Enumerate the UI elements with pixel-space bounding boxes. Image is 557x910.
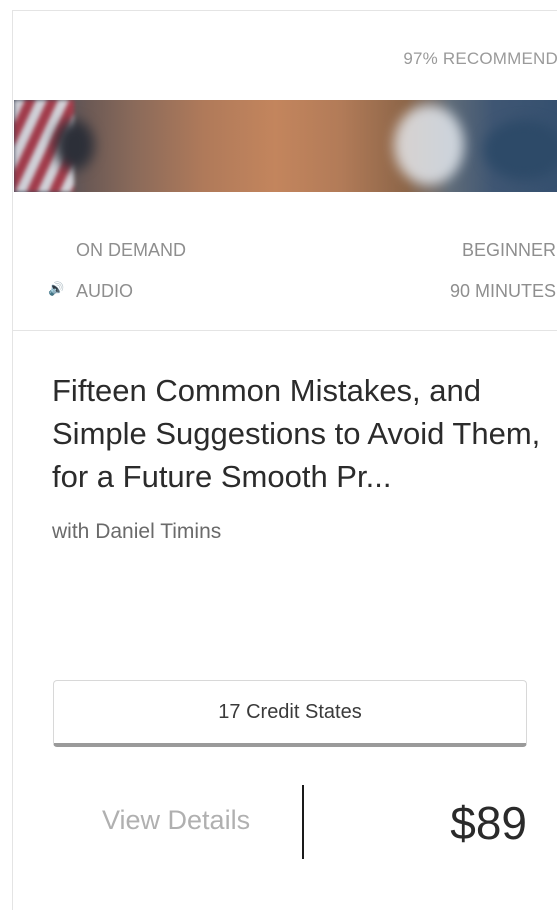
recommend-badge: 97% RECOMMEND bbox=[403, 49, 557, 68]
banner-shape bbox=[484, 120, 557, 180]
level-label: BEGINNER bbox=[461, 240, 556, 260]
divider bbox=[13, 330, 557, 331]
price: $89 bbox=[450, 797, 527, 849]
view-details-link[interactable]: View Details bbox=[102, 805, 250, 836]
instructor-name[interactable]: Daniel Timins bbox=[95, 520, 221, 543]
instructor-line: with Daniel Timins bbox=[52, 520, 221, 544]
course-title[interactable]: Fifteen Common Mistakes, and Simple Sugg… bbox=[52, 369, 542, 498]
format-label: ON DEMAND bbox=[76, 240, 187, 260]
media-label: AUDIO bbox=[76, 281, 134, 301]
course-banner-image[interactable] bbox=[14, 100, 557, 192]
audio-icon: 🔊 bbox=[48, 281, 65, 296]
credit-states-button[interactable]: 17 Credit States bbox=[53, 680, 527, 747]
course-card: 97% RECOMMEND ON DEMAND BEGINNER 🔊 AUDIO… bbox=[12, 10, 557, 910]
duration-label: 90 MINUTES bbox=[449, 281, 556, 301]
vertical-divider bbox=[302, 785, 304, 859]
banner-shape bbox=[394, 105, 464, 185]
banner-shape bbox=[54, 120, 94, 170]
instructor-prefix: with bbox=[52, 520, 90, 543]
